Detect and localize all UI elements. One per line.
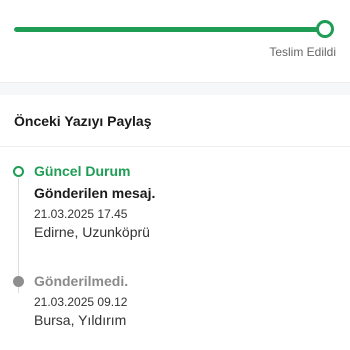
timeline-item-location: Edirne, Uzunköprü	[34, 224, 150, 240]
divider	[0, 146, 350, 147]
progress-fill	[14, 27, 324, 32]
circle-outline-icon	[13, 166, 24, 177]
timeline-item-location: Bursa, Yıldırım	[34, 312, 127, 328]
check-circle-icon	[13, 276, 24, 287]
progress-bar	[14, 27, 324, 32]
timeline-item-title: Gönderilmedi.	[34, 273, 129, 289]
tracking-timeline: Güncel Durum Gönderilen mesaj. 21.03.202…	[0, 160, 350, 350]
timeline-item-date: 21.03.2025 17.45	[34, 207, 128, 221]
timeline-item-message: Gönderilen mesaj.	[34, 185, 156, 201]
delivery-status-text: Teslim Edildi	[269, 45, 336, 59]
section-gap	[0, 83, 350, 95]
share-previous-post-button[interactable]: Önceki Yazıyı Paylaş	[14, 113, 152, 129]
timeline-item-title: Güncel Durum	[34, 163, 131, 179]
progress-end-marker-icon	[316, 20, 334, 38]
timeline-item-date: 21.03.2025 09.12	[34, 295, 128, 309]
delivery-status-card: Teslim Edildi	[0, 0, 350, 83]
